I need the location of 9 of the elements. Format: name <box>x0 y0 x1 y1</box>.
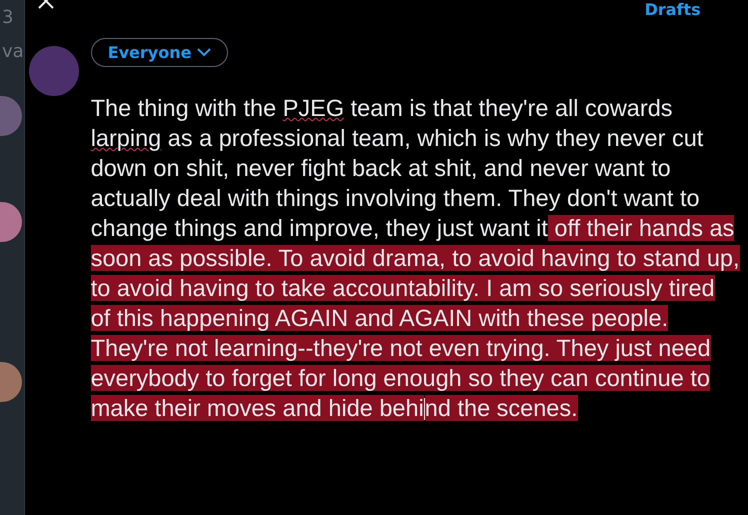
avatar-placeholder <box>0 362 22 402</box>
avatar-placeholder <box>0 96 22 136</box>
drafts-link[interactable]: Drafts <box>644 0 701 19</box>
text-caret <box>424 398 425 420</box>
sidebar-text: va <box>1 40 24 64</box>
sidebar-text: 3 <box>1 6 14 30</box>
audience-button[interactable]: Everyone <box>90 38 228 67</box>
chevron-down-icon <box>197 48 212 57</box>
avatar-placeholder <box>0 202 22 242</box>
